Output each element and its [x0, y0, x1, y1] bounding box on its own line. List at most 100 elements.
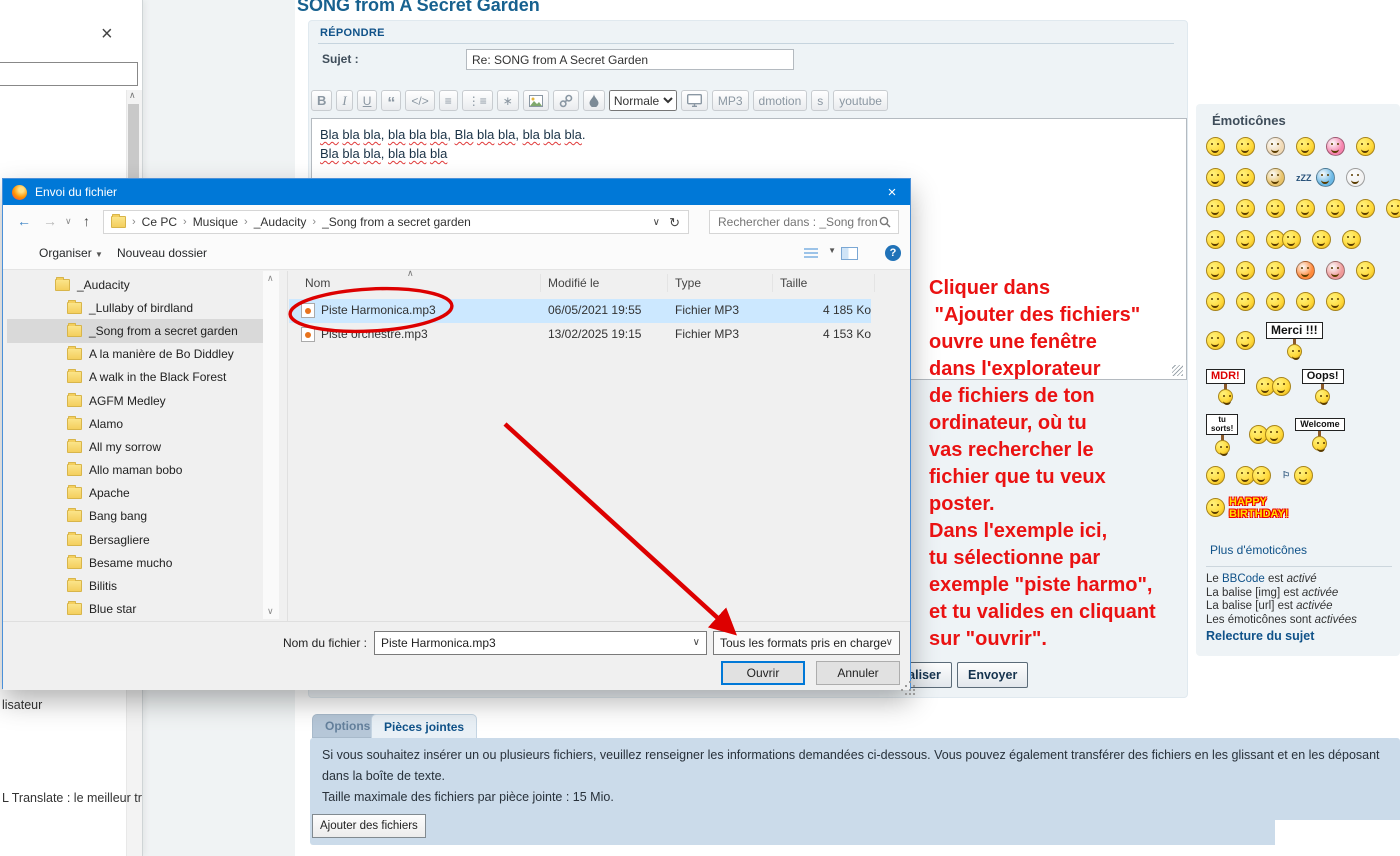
tree-item[interactable]: Besame mucho — [7, 551, 263, 574]
back-icon[interactable]: ← — [17, 213, 31, 229]
smiley-bravo-icon[interactable] — [1272, 377, 1291, 396]
popup-text-input[interactable] — [0, 62, 138, 86]
smiley-happy-birthday-icon[interactable]: HAPPY BIRTHDAY! — [1206, 496, 1289, 520]
close-icon[interactable]: × — [101, 23, 113, 46]
column-taille[interactable]: Taille — [780, 276, 807, 290]
scroll-up-icon[interactable]: ∧ — [129, 90, 136, 101]
smiley-scared-icon[interactable] — [1346, 168, 1365, 187]
breadcrumb-item[interactable]: _Song from a secret garden — [322, 215, 471, 229]
tree-item[interactable]: AGFM Medley — [7, 389, 263, 412]
smiley-bravo-icon[interactable] — [1256, 377, 1291, 396]
file-row[interactable]: Piste orchestre.mp313/02/2025 19:15Fichi… — [289, 323, 871, 347]
subject-input[interactable] — [466, 49, 794, 70]
mp3-button[interactable]: MP3 — [712, 90, 749, 111]
image-button[interactable] — [523, 90, 549, 111]
quote-button[interactable]: “ — [381, 90, 401, 111]
submit-button[interactable]: Envoyer — [957, 662, 1028, 688]
smiley-eek-icon[interactable] — [1236, 199, 1255, 218]
filename-chevron-icon[interactable]: ∨ — [693, 637, 700, 648]
smiley-welcome-sign-icon[interactable]: Welcome — [1295, 418, 1344, 451]
smiley-whisper-icon[interactable] — [1282, 230, 1301, 249]
smiley-tu-sorts-sign-icon[interactable]: tu sorts! — [1206, 414, 1238, 455]
smiley-rolleyes-icon[interactable] — [1266, 199, 1285, 218]
code-button[interactable]: </> — [405, 90, 434, 111]
smiley-oops-sign-icon[interactable]: Oops! — [1302, 369, 1344, 405]
smiley-grin-icon[interactable] — [1206, 199, 1225, 218]
scroll-down-icon[interactable]: ∨ — [267, 606, 274, 617]
tree-item[interactable]: All my sorrow — [7, 435, 263, 458]
forward-icon[interactable]: → — [43, 213, 57, 229]
smiley-cheers-icon[interactable] — [1249, 425, 1284, 444]
breadcrumb-item[interactable]: Ce PC — [142, 215, 177, 229]
breadcrumb-item[interactable]: Musique — [193, 215, 238, 229]
tree-item[interactable]: _Song from a secret garden — [7, 319, 263, 342]
youtube-button[interactable]: youtube — [833, 90, 888, 111]
address-bar[interactable]: ›Ce PC›Musique›_Audacity›_Song from a se… — [103, 210, 689, 234]
list-item-button[interactable]: ∗ — [497, 90, 519, 111]
smiley-merci-sign-icon[interactable]: Merci !!! — [1266, 322, 1323, 359]
more-smilies-link[interactable]: Plus d'émoticônes — [1210, 543, 1307, 557]
up-icon[interactable]: ↑ — [83, 213, 90, 229]
file-row[interactable]: Piste Harmonica.mp306/05/2021 19:55Fichi… — [289, 299, 871, 323]
tree-item[interactable]: Apache — [7, 482, 263, 505]
tree-item[interactable]: A walk in the Black Forest — [7, 366, 263, 389]
smiley-buddies-icon[interactable] — [1236, 466, 1271, 485]
smiley-mad-icon[interactable] — [1296, 261, 1315, 280]
tree-item[interactable]: _Lullaby of birdland — [7, 296, 263, 319]
popup-scrollbar-thumb[interactable] — [128, 104, 139, 178]
font-size-select[interactable]: Normale — [609, 90, 677, 111]
new-folder-button[interactable]: Nouveau dossier — [117, 246, 207, 260]
smiley-love-icon[interactable] — [1326, 137, 1345, 156]
s-button[interactable]: s — [811, 90, 829, 111]
smiley-speechless-icon[interactable] — [1266, 292, 1285, 311]
smiley-sleep-icon[interactable] — [1316, 168, 1335, 187]
dialog-titlebar[interactable]: Envoi du fichier × — [3, 179, 910, 205]
tree-item[interactable]: Bersagliere — [7, 528, 263, 551]
list-view-icon[interactable] — [804, 248, 818, 260]
smiley-embarrassed-icon[interactable] — [1236, 137, 1255, 156]
smiley-wink-icon[interactable] — [1296, 137, 1315, 156]
refresh-icon[interactable]: ↻ — [669, 215, 680, 231]
breadcrumb-item[interactable]: _Audacity — [254, 215, 307, 229]
smiley-sunglasses-icon[interactable] — [1296, 292, 1315, 311]
smiley-metal-icon[interactable] — [1356, 137, 1375, 156]
smiley-whistle-icon[interactable] — [1356, 261, 1375, 280]
underline-button[interactable]: U — [357, 90, 378, 111]
smiley-swarm-icon[interactable] — [1326, 292, 1345, 311]
search-input[interactable] — [710, 214, 879, 230]
open-button[interactable]: Ouvrir — [721, 661, 805, 685]
italic-button[interactable]: I — [336, 90, 352, 111]
smiley-wig-icon[interactable] — [1266, 168, 1285, 187]
filetype-dropdown[interactable]: Tous les formats pris en charge ∨ — [713, 631, 900, 655]
smiley-muscle-icon[interactable] — [1236, 331, 1255, 350]
tree-item[interactable]: Alamo — [7, 412, 263, 435]
smiley-cheer-icon[interactable] — [1236, 168, 1255, 187]
smiley-laugh-icon[interactable] — [1206, 137, 1225, 156]
smiley-giggle-icon[interactable] — [1206, 230, 1225, 249]
smiley-shock-icon[interactable] — [1236, 292, 1255, 311]
tree-scrollbar[interactable]: ∧ ∨ — [263, 271, 279, 619]
smiley-cry-icon[interactable] — [1326, 199, 1345, 218]
filetype-chevron-icon[interactable]: ∨ — [886, 637, 893, 648]
tree-item[interactable]: Bilitis — [7, 574, 263, 597]
tab-pieces-jointes[interactable]: Pièces jointes — [371, 714, 477, 738]
dialog-resize-grip[interactable] — [905, 685, 907, 687]
smiley-neutral-icon[interactable] — [1356, 199, 1375, 218]
column-nom[interactable]: Nom — [305, 276, 330, 290]
tree-item[interactable]: Blue star — [7, 598, 263, 621]
bbcode-link[interactable]: BBCode — [1222, 573, 1265, 585]
smiley-smirk-icon[interactable] — [1236, 261, 1255, 280]
tree-item[interactable]: Bang bang — [7, 505, 263, 528]
view-chevron-icon[interactable]: ▼ — [828, 246, 836, 255]
column-type[interactable]: Type — [675, 276, 701, 290]
address-chevron-icon[interactable]: ∨ — [653, 217, 660, 228]
filename-combobox[interactable]: Piste Harmonica.mp3 ∨ — [374, 631, 707, 655]
organize-menu[interactable]: Organiser ▼ — [39, 246, 103, 260]
smiley-mdr-sign-icon[interactable]: MDR! — [1206, 369, 1245, 405]
smiley-cheers-icon[interactable] — [1265, 425, 1284, 444]
search-box[interactable] — [709, 210, 899, 234]
history-chevron-icon[interactable]: ∨ — [65, 216, 72, 227]
smiley-whisper-icon[interactable] — [1266, 230, 1301, 249]
smiley-fist-icon[interactable] — [1266, 137, 1285, 156]
preview-pane-icon[interactable] — [841, 247, 858, 260]
